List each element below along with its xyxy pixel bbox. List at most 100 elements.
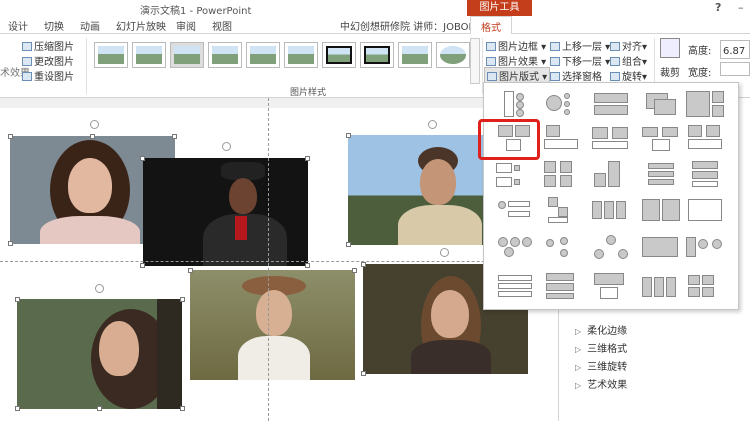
rotate-handle[interactable] [222, 142, 231, 151]
picture-layout-option[interactable] [494, 233, 536, 263]
send-backward-button[interactable]: 下移一层 ▾ [550, 53, 610, 68]
picture-layout-option[interactable] [590, 195, 632, 225]
resize-handle[interactable] [180, 406, 185, 411]
resize-handle[interactable] [346, 242, 351, 247]
picture-layout-option[interactable] [640, 195, 682, 225]
pane-item-3d-rotation[interactable]: ▷ 三维旋转 [575, 358, 627, 373]
resize-handle[interactable] [361, 262, 366, 267]
picture-style-6[interactable] [284, 42, 318, 68]
resize-handle[interactable] [15, 297, 20, 302]
layout-shape [688, 275, 700, 285]
photo-field-woman[interactable] [190, 270, 355, 380]
picture-layout-option[interactable] [590, 123, 632, 153]
resize-handle[interactable] [97, 406, 102, 411]
picture-layout-option[interactable] [494, 89, 536, 119]
tab-design[interactable]: 设计 [8, 18, 28, 33]
picture-layout-option[interactable] [684, 123, 726, 153]
pane-item-artistic-effects[interactable]: ▷ 艺术效果 [575, 376, 627, 391]
picture-layout-option[interactable] [684, 195, 726, 225]
rotate-handle[interactable] [95, 284, 104, 293]
picture-style-8[interactable] [360, 42, 394, 68]
height-input[interactable]: 6.87 厘 [720, 40, 750, 59]
pane-item-soft-edges[interactable]: ▷ 柔化边缘 [575, 322, 627, 337]
picture-style-10[interactable] [436, 42, 470, 68]
picture-layout-option[interactable] [540, 159, 582, 189]
resize-handle[interactable] [15, 406, 20, 411]
picture-style-3[interactable] [170, 42, 204, 68]
picture-border-button[interactable]: 图片边框 ▾ [486, 38, 546, 53]
picture-layout-option[interactable] [684, 89, 726, 119]
photo-hat-man[interactable] [143, 158, 308, 266]
resize-handle[interactable] [140, 156, 145, 161]
reset-picture-button[interactable]: 重设图片 [22, 68, 74, 83]
resize-handle[interactable] [346, 133, 351, 138]
rotate-handle[interactable] [440, 248, 449, 257]
picture-layout-option[interactable] [684, 159, 726, 189]
resize-handle[interactable] [361, 371, 366, 376]
tab-slideshow[interactable]: 幻灯片放映 [116, 18, 166, 33]
picture-layout-option[interactable] [640, 159, 682, 189]
picture-layout-option[interactable] [540, 271, 582, 301]
resize-handle[interactable] [352, 268, 357, 273]
picture-style-1[interactable] [94, 42, 128, 68]
rotate-button[interactable]: 旋转▾ [610, 68, 647, 83]
tab-format[interactable]: 格式 [470, 16, 512, 35]
tab-review[interactable]: 审阅 [176, 18, 196, 33]
picture-layout-option[interactable] [590, 233, 632, 263]
resize-handle[interactable] [140, 263, 145, 268]
align-button[interactable]: 对齐▾ [610, 38, 647, 53]
layout-shape [642, 237, 678, 257]
picture-layout-option[interactable] [494, 195, 536, 225]
rotate-handle[interactable] [428, 120, 437, 129]
resize-handle[interactable] [305, 156, 310, 161]
photo-hair-woman[interactable] [17, 299, 182, 409]
bring-forward-button[interactable]: 上移一层 ▾ [550, 38, 610, 53]
group-button[interactable]: 组合▾ [610, 53, 647, 68]
picture-layout-option[interactable] [540, 123, 582, 153]
picture-layout-option[interactable] [590, 271, 632, 301]
picture-style-7[interactable] [322, 42, 356, 68]
picture-style-9[interactable] [398, 42, 432, 68]
resize-handle[interactable] [8, 134, 13, 139]
picture-style-4[interactable] [208, 42, 242, 68]
change-picture-button[interactable]: 更改图片 [22, 53, 74, 68]
resize-handle[interactable] [188, 268, 193, 273]
picture-layout-option[interactable] [640, 271, 682, 301]
picture-layout-option[interactable] [540, 89, 582, 119]
tab-view[interactable]: 视图 [212, 18, 232, 33]
selection-pane-button[interactable]: 选择窗格 [550, 68, 602, 83]
picture-layout-option[interactable] [494, 271, 536, 301]
width-input[interactable] [720, 62, 750, 76]
user-info[interactable]: 中幻创想研修院 讲师：JOBOR [340, 18, 476, 33]
picture-effects-button[interactable]: 图片效果 ▾ [486, 53, 546, 68]
tab-transitions[interactable]: 切换 [44, 18, 64, 33]
compress-pictures-button[interactable]: 压缩图片 [22, 38, 74, 53]
crop-label[interactable]: 裁剪 [660, 64, 680, 79]
rotate-handle[interactable] [90, 120, 99, 129]
resize-handle[interactable] [305, 263, 310, 268]
picture-layout-option[interactable] [640, 89, 682, 119]
tab-animations[interactable]: 动画 [80, 18, 100, 33]
picture-style-2[interactable] [132, 42, 166, 68]
gallery-scrollbar[interactable] [470, 38, 480, 84]
picture-layout-option[interactable] [590, 89, 632, 119]
picture-style-5[interactable] [246, 42, 280, 68]
resize-handle[interactable] [90, 134, 95, 139]
picture-layout-option[interactable] [684, 233, 726, 263]
picture-layout-option[interactable] [640, 123, 682, 153]
layout-shape [594, 93, 628, 103]
picture-layout-option[interactable] [684, 271, 726, 301]
minimize-button[interactable]: – [738, 1, 744, 14]
picture-layout-option[interactable] [590, 159, 632, 189]
crop-icon[interactable] [660, 38, 680, 58]
layout-shape [706, 125, 720, 137]
resize-handle[interactable] [172, 134, 177, 139]
pane-item-3d-format[interactable]: ▷ 三维格式 [575, 340, 627, 355]
resize-handle[interactable] [8, 241, 13, 246]
picture-layout-option[interactable] [540, 195, 582, 225]
help-icon[interactable]: ? [715, 1, 721, 14]
picture-layout-option[interactable] [540, 233, 582, 263]
resize-handle[interactable] [180, 297, 185, 302]
picture-layout-option[interactable] [640, 233, 682, 263]
picture-layout-option[interactable] [494, 159, 536, 189]
